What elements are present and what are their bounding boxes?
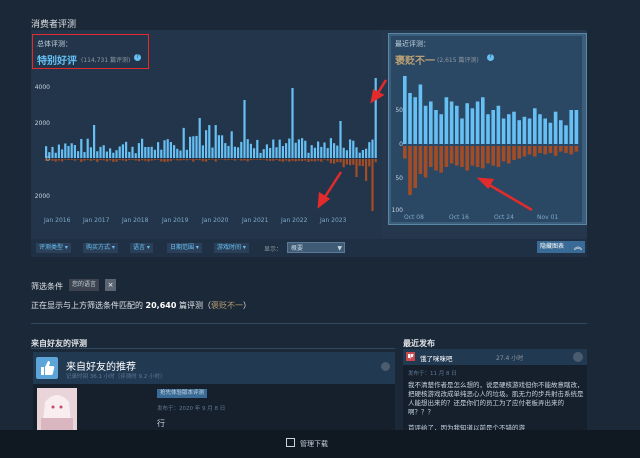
posted-date: 发布于：2020 年 9 月 8 日 <box>157 406 226 412</box>
recommended-title: 来自好友的推荐 <box>66 362 136 373</box>
manage-downloads-label[interactable]: 管理下载 <box>300 439 328 449</box>
language-dropdown[interactable]: 语言 ▾ <box>130 243 153 253</box>
chevron-down-icon: ▼ <box>337 245 342 252</box>
showing-prefix: 正在显示与上方筛选条件匹配的 <box>31 301 143 310</box>
avatar[interactable] <box>37 388 77 430</box>
divider <box>31 348 395 349</box>
close-icon[interactable]: × <box>105 279 116 291</box>
thumbs-down-icon <box>406 352 415 361</box>
purchase-type-dropdown[interactable]: 购买方式 ▾ <box>83 243 118 253</box>
hide-graph-label: 隐藏图表 <box>540 243 565 250</box>
showing-count: 20,640 <box>145 301 177 310</box>
steam-icon <box>381 362 390 371</box>
review-type-dropdown[interactable]: 评测类型 ▾ <box>36 243 71 253</box>
hide-graph-button[interactable]: 隐藏图表 ︽ <box>537 241 585 253</box>
review-text-more: 首评给了，因为我知道以前是个不错的游 <box>408 424 525 430</box>
date-range-dropdown[interactable]: 日期范围 ▾ <box>167 243 202 253</box>
recent-posts-title: 最近发布 <box>403 339 435 348</box>
reviewer-hours: 27.4 小时 <box>496 355 524 362</box>
display-value: 概要 <box>291 245 304 252</box>
display-select[interactable]: 概要 ▼ <box>287 242 345 253</box>
playtime-meta: 记录时间 36.1 小时（评测时 9.2 小时） <box>66 374 166 380</box>
reviewer-name[interactable]: 饿了咪咪吧 <box>420 353 453 363</box>
early-access-badge: 抢先体验版本评测 <box>157 389 208 398</box>
divider <box>31 323 587 324</box>
review-text: 我不清楚作者是怎么想的，说是硬核游戏但你不能故意瞎改，把硬核游戏改成单纯恶心人的… <box>408 381 584 416</box>
showing-suffix: ） <box>242 301 251 310</box>
display-label: 显示： <box>264 246 283 253</box>
language-filter-tag[interactable]: 您的语言 <box>69 279 100 291</box>
posted-date: 发布于：11 月 8 日 <box>408 371 457 377</box>
thumbs-up-icon <box>36 357 58 379</box>
showing-mid: 篇评测（ <box>178 301 211 310</box>
chevron-up-icon: ︽ <box>574 242 582 251</box>
filters-label: 筛选条件 <box>31 282 63 291</box>
showing-rating: 褒贬不一 <box>210 301 243 310</box>
download-icon <box>286 438 295 447</box>
steam-icon <box>573 352 583 362</box>
showing-summary: 正在显示与上方筛选条件匹配的 20,640 篇评测（褒贬不一） <box>31 300 251 311</box>
review-text: 行 <box>157 419 165 428</box>
playtime-dropdown[interactable]: 游戏时间 ▾ <box>214 243 249 253</box>
